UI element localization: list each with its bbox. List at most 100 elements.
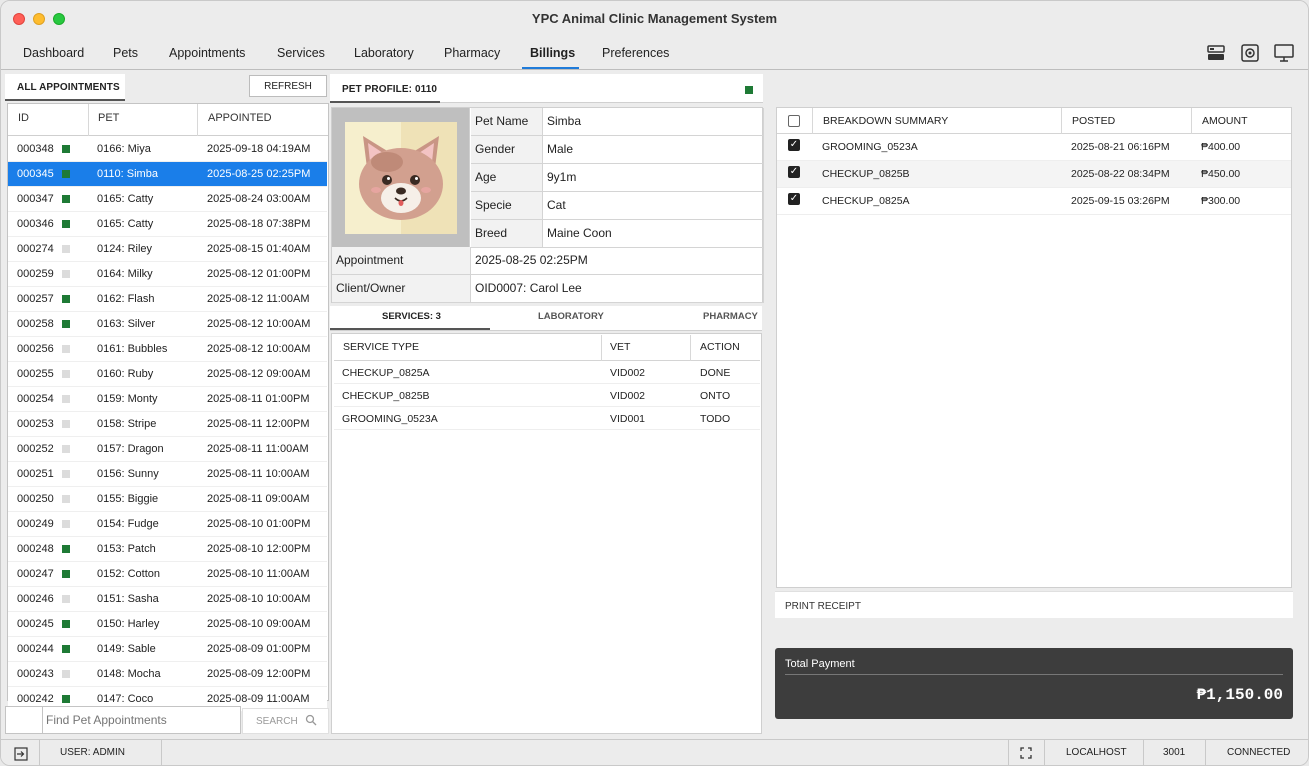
table-row[interactable]: 000248 0153: Patch 2025-08-10 12:00PM	[8, 537, 327, 562]
breakdown-row[interactable]: ✓ CHECKUP_0825A 2025-09-15 03:26PM ₱300.00	[777, 188, 1291, 215]
table-row[interactable]: 000256 0161: Bubbles 2025-08-12 10:00AM	[8, 337, 327, 362]
status-indicator	[62, 370, 70, 378]
table-row[interactable]: 000246 0151: Sasha 2025-08-10 10:00AM	[8, 587, 327, 612]
table-row[interactable]: 000345 0110: Simba 2025-08-25 02:25PM	[8, 162, 327, 187]
table-row[interactable]: 000252 0157: Dragon 2025-08-11 11:00AM	[8, 437, 327, 462]
table-row[interactable]: 000348 0166: Miya 2025-09-18 04:19AM	[8, 137, 327, 162]
appointment-pet: 0164: Milky	[97, 268, 153, 280]
appointment-pet: 0110: Simba	[97, 168, 158, 180]
monitor-icon[interactable]	[1273, 43, 1295, 63]
service-type: CHECKUP_0825A	[342, 367, 430, 379]
table-row[interactable]: 000255 0160: Ruby 2025-08-12 09:00AM	[8, 362, 327, 387]
status-indicator	[62, 145, 70, 153]
table-row[interactable]: 000274 0124: Riley 2025-08-15 01:40AM	[8, 237, 327, 262]
tab-laboratory[interactable]: Laboratory	[354, 46, 414, 60]
status-indicator	[62, 570, 70, 578]
appointment-pet: 0165: Catty	[97, 193, 154, 205]
column-header-action[interactable]: ACTION	[700, 341, 740, 353]
print-receipt-button[interactable]: PRINT RECEIPT	[775, 591, 1293, 618]
breakdown-amount: ₱450.00	[1201, 168, 1241, 180]
appointment-pet: 0150: Harley	[97, 618, 160, 630]
status-connection: CONNECTED	[1227, 747, 1291, 758]
appointment-date: 2025-08-10 01:00PM	[207, 518, 311, 530]
breakdown-summary: GROOMING_0523A	[822, 141, 918, 153]
service-row[interactable]: CHECKUP_0825A VID002 DONE	[334, 361, 760, 384]
service-row[interactable]: GROOMING_0523A VID001 TODO	[334, 407, 760, 430]
appointment-id: 000249	[17, 518, 54, 530]
appointment-date: 2025-08-10 09:00AM	[207, 618, 311, 630]
column-header-id[interactable]: ID	[18, 112, 29, 124]
tab-billings[interactable]: Billings	[530, 46, 575, 60]
service-vet: VID001	[610, 413, 646, 425]
table-row[interactable]: 000257 0162: Flash 2025-08-12 11:00AM	[8, 287, 327, 312]
breakdown-posted: 2025-08-22 08:34PM	[1071, 168, 1170, 180]
table-row[interactable]: 000346 0165: Catty 2025-08-18 07:38PM	[8, 212, 327, 237]
tab-appointments[interactable]: Appointments	[169, 46, 245, 60]
table-row[interactable]: 000254 0159: Monty 2025-08-11 01:00PM	[8, 387, 327, 412]
table-row[interactable]: 000259 0164: Milky 2025-08-12 01:00PM	[8, 262, 327, 287]
total-payment-label: Total Payment	[785, 658, 855, 670]
row-checkbox[interactable]: ✓	[788, 193, 800, 205]
find-pet-appointments-input[interactable]	[46, 710, 236, 730]
appointment-date: 2025-08-11 09:00AM	[207, 493, 310, 505]
appointment-date: 2025-08-11 11:00AM	[207, 443, 309, 455]
database-icon[interactable]	[1205, 43, 1227, 63]
table-row[interactable]: 000251 0156: Sunny 2025-08-11 10:00AM	[8, 462, 327, 487]
column-header-service-type[interactable]: SERVICE TYPE	[343, 341, 419, 353]
column-header-posted[interactable]: POSTED	[1072, 115, 1115, 127]
all-appointments-tab[interactable]: ALL APPOINTMENTS	[17, 82, 120, 93]
appointment-pet: 0156: Sunny	[97, 468, 159, 480]
table-row[interactable]: 000247 0152: Cotton 2025-08-10 11:00AM	[8, 562, 327, 587]
column-header-amount[interactable]: AMOUNT	[1202, 115, 1248, 127]
column-header-pet[interactable]: PET	[98, 112, 119, 124]
tab-laboratory-detail[interactable]: LABORATORY	[538, 311, 604, 322]
status-user: USER: ADMIN	[60, 747, 126, 758]
main-menu-bar: Dashboard Pets Appointments Services Lab…	[1, 37, 1308, 70]
appointment-id: 000254	[17, 393, 54, 405]
table-row[interactable]: 000253 0158: Stripe 2025-08-11 12:00PM	[8, 412, 327, 437]
row-checkbox[interactable]: ✓	[788, 139, 800, 151]
pet-profile-tab[interactable]: PET PROFILE: 0110	[342, 84, 437, 95]
breakdown-row[interactable]: ✓ GROOMING_0523A 2025-08-21 06:16PM ₱400.00	[777, 134, 1291, 161]
appointment-date: 2025-08-18 07:38PM	[207, 218, 311, 230]
table-row[interactable]: 000347 0165: Catty 2025-08-24 03:00AM	[8, 187, 327, 212]
tab-services-detail[interactable]: SERVICES: 3	[382, 311, 441, 322]
breakdown-posted: 2025-09-15 03:26PM	[1071, 195, 1170, 207]
row-checkbox[interactable]: ✓	[788, 166, 800, 178]
table-row[interactable]: 000244 0149: Sable 2025-08-09 01:00PM	[8, 637, 327, 662]
tab-preferences[interactable]: Preferences	[602, 46, 669, 60]
appointment-id: 000255	[17, 368, 54, 380]
table-row[interactable]: 000245 0150: Harley 2025-08-10 09:00AM	[8, 612, 327, 637]
table-row[interactable]: 000243 0148: Mocha 2025-08-09 12:00PM	[8, 662, 327, 687]
table-row[interactable]: 000249 0154: Fudge 2025-08-10 01:00PM	[8, 512, 327, 537]
table-row[interactable]: 000250 0155: Biggie 2025-08-11 09:00AM	[8, 487, 327, 512]
client-owner-value: OID0007: Carol Lee	[471, 275, 764, 303]
tab-services[interactable]: Services	[277, 46, 325, 60]
status-indicator	[62, 595, 70, 603]
status-indicator	[62, 545, 70, 553]
status-indicator	[62, 270, 70, 278]
settings-gear-icon[interactable]	[1239, 43, 1261, 63]
select-all-checkbox[interactable]	[788, 115, 800, 127]
client-owner-label: Client/Owner	[332, 275, 471, 303]
status-indicator	[62, 695, 70, 703]
appointment-pet: 0163: Silver	[97, 318, 156, 330]
table-row[interactable]: 000258 0163: Silver 2025-08-12 10:00AM	[8, 312, 327, 337]
search-button[interactable]: SEARCH	[242, 708, 329, 734]
status-port: 3001	[1163, 747, 1186, 758]
breakdown-summary: CHECKUP_0825B	[822, 168, 910, 180]
breakdown-row[interactable]: ✓ CHECKUP_0825B 2025-08-22 08:34PM ₱450.00	[777, 161, 1291, 188]
fullscreen-icon[interactable]	[1020, 747, 1032, 762]
tab-pharmacy[interactable]: Pharmacy	[444, 46, 500, 60]
column-header-appointed[interactable]: APPOINTED	[208, 112, 272, 124]
refresh-button[interactable]: REFRESH	[249, 75, 327, 97]
logout-icon[interactable]	[14, 747, 28, 764]
column-header-breakdown-summary[interactable]: BREAKDOWN SUMMARY	[823, 115, 948, 127]
status-indicator	[62, 620, 70, 628]
tab-pharmacy-detail[interactable]: PHARMACY	[703, 311, 758, 322]
tab-pets[interactable]: Pets	[113, 46, 138, 60]
appointment-date: 2025-08-09 11:00AM	[207, 693, 310, 705]
tab-dashboard[interactable]: Dashboard	[23, 46, 84, 60]
service-row[interactable]: CHECKUP_0825B VID002 ONTO	[334, 384, 760, 407]
column-header-vet[interactable]: VET	[610, 341, 630, 353]
